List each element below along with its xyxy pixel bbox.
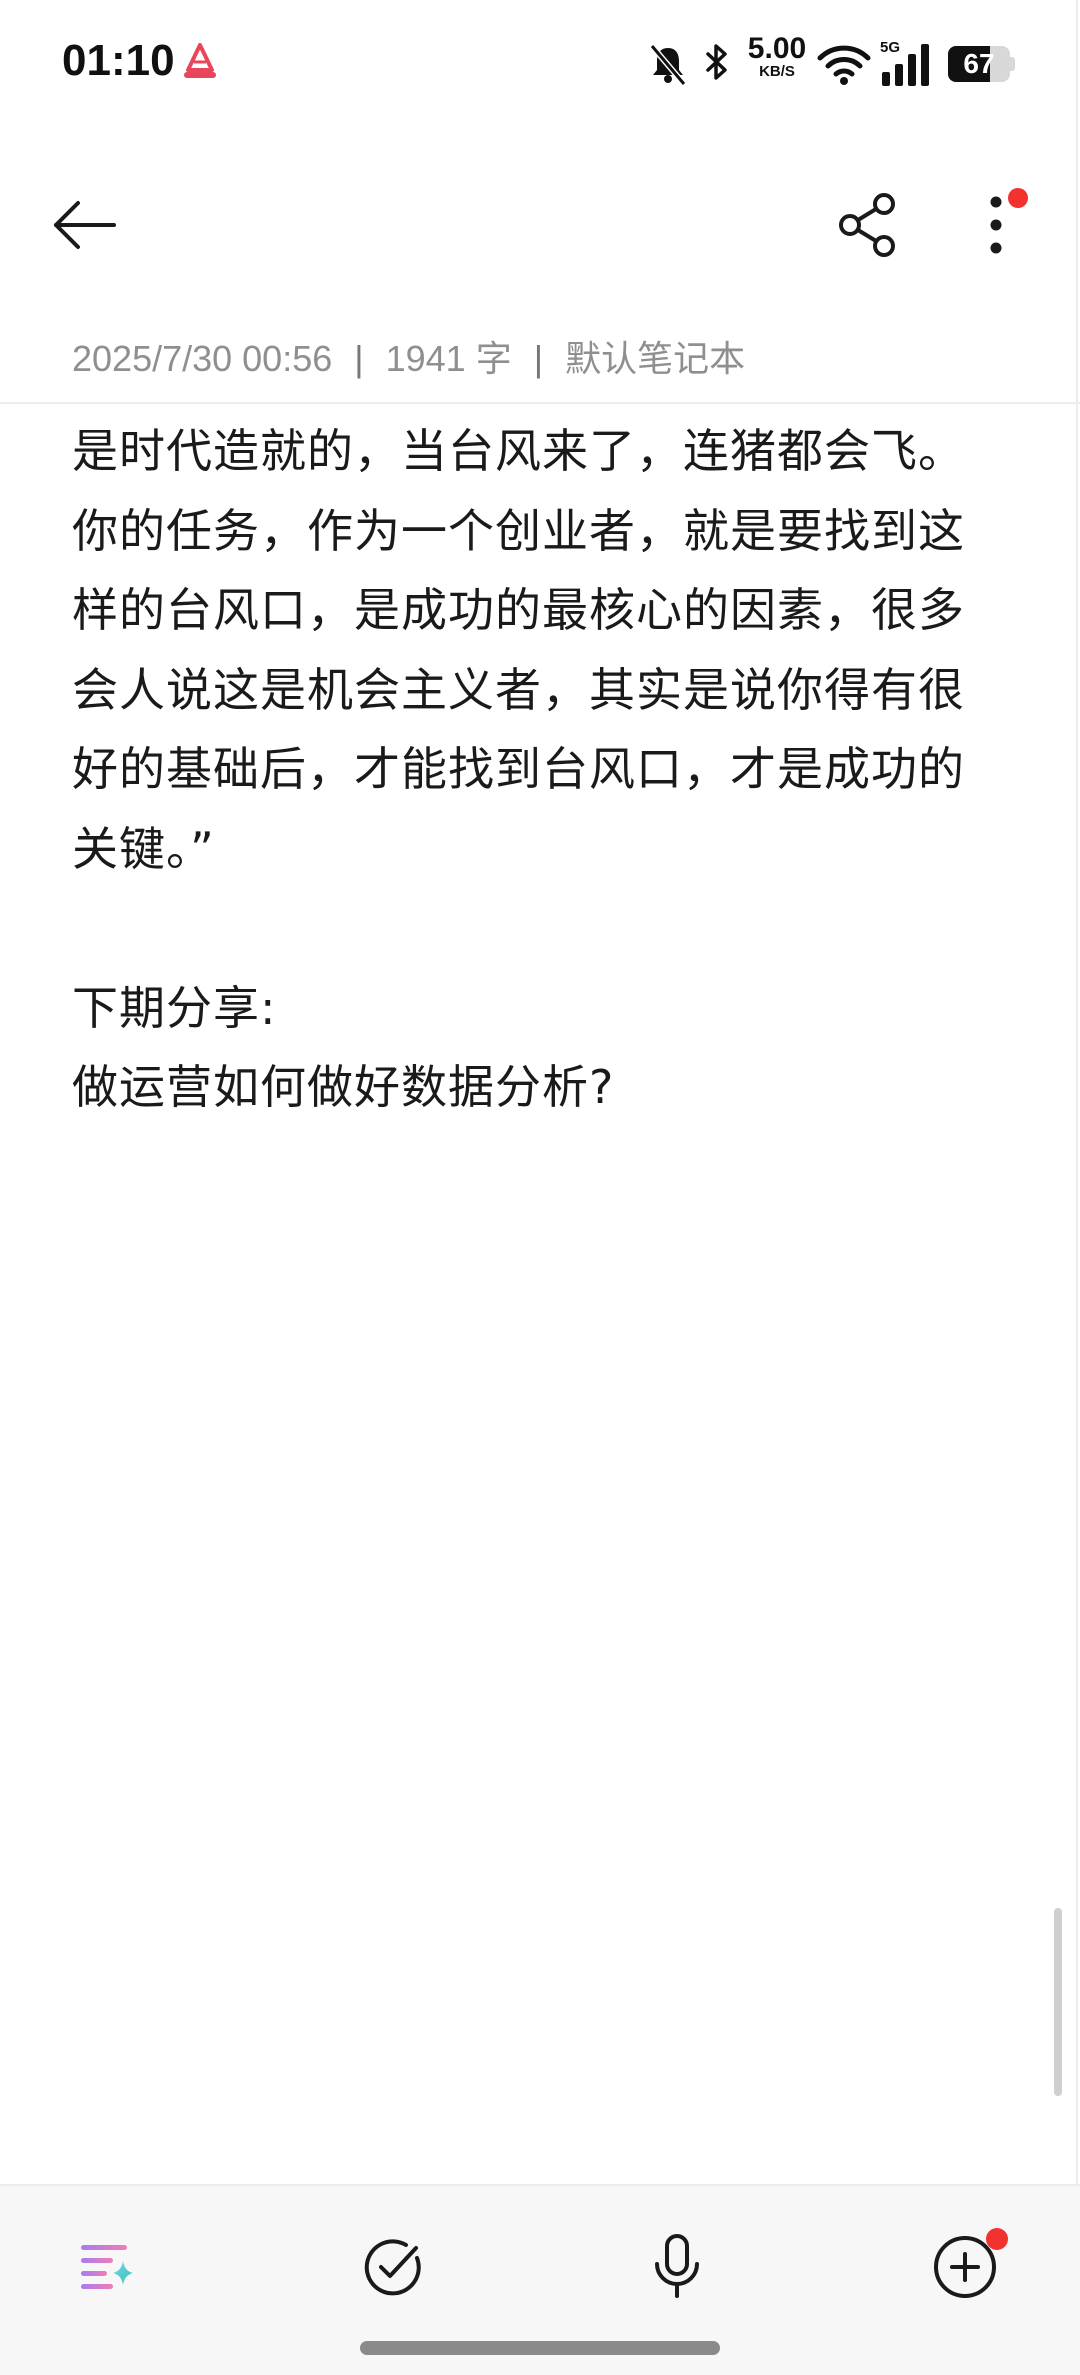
bluetooth-icon [706, 44, 727, 80]
battery-icon: 67 [948, 46, 1015, 82]
todo-button[interactable] [338, 2212, 448, 2322]
edge-divider [1076, 0, 1078, 2375]
add-button[interactable] [910, 2212, 1020, 2322]
note-toolbar [0, 170, 1080, 290]
note-meta: 2025/7/30 00:56 | 1941 字 | 默认笔记本 [72, 330, 745, 380]
note-word-count: 1941 字 [385, 338, 512, 379]
note-line: 好的基础后，才能找到台风口，才是成功的 [72, 742, 965, 796]
network-speed-unit: KB/S [759, 63, 795, 80]
note-line: 是时代造就的，当台风来了，连猪都会飞。 [72, 424, 965, 478]
battery-level: 67 [963, 48, 995, 79]
voice-input-button[interactable] [622, 2212, 732, 2322]
meta-separator: | [354, 338, 364, 379]
back-button[interactable] [34, 170, 134, 280]
back-arrow-icon [54, 201, 116, 249]
ai-format-button[interactable] [52, 2212, 162, 2322]
todo-check-icon [364, 2239, 421, 2296]
app-logo-icon [184, 43, 216, 78]
network-speed: 5.00 KB/S [744, 34, 810, 80]
note-line: 你的任务，作为一个创业者，就是要找到这 [72, 503, 965, 558]
scrollbar[interactable] [1054, 1908, 1062, 2096]
wifi-icon [817, 45, 871, 85]
ai-format-icon [81, 2245, 133, 2289]
more-options-button[interactable] [946, 170, 1046, 280]
cellular-signal-icon: 5G [880, 39, 929, 86]
share-icon [839, 193, 895, 257]
note-line: 会人说这是机会主义者，其实是说你得有很 [72, 662, 965, 717]
status-time: 01:10 [62, 36, 175, 85]
network-speed-value: 5.00 [747, 32, 807, 65]
network-type-label: 5G [880, 39, 900, 56]
share-button[interactable] [818, 170, 918, 280]
notebook-name[interactable]: 默认笔记本 [565, 338, 745, 379]
note-line: 做运营如何做好数据分析? [72, 1060, 615, 1114]
status-bar: 01:10 5.00 KB/S 5G 67 [0, 0, 1080, 125]
note-content[interactable]: 是时代造就的，当台风来了，连猪都会飞。 你的任务，作为一个创业者，就是要找到这 … [72, 412, 1012, 1128]
home-indicator[interactable] [360, 2341, 720, 2355]
divider [0, 402, 1080, 404]
note-line: 下期分享: [72, 980, 277, 1035]
note-line: 样的台风口，是成功的最核心的因素，很多 [72, 583, 965, 637]
notification-badge [1008, 188, 1028, 208]
more-vertical-icon [990, 196, 1002, 254]
meta-separator: | [533, 338, 544, 379]
note-line: 关键。” [72, 821, 215, 876]
microphone-icon [655, 2234, 699, 2298]
note-screen: 01:10 5.00 KB/S 5G 67 2025/7/30 00:56 | … [0, 0, 1080, 2375]
note-date: 2025/7/30 00:56 [72, 338, 333, 379]
notification-badge [986, 2228, 1008, 2250]
mute-bell-icon [649, 44, 687, 86]
